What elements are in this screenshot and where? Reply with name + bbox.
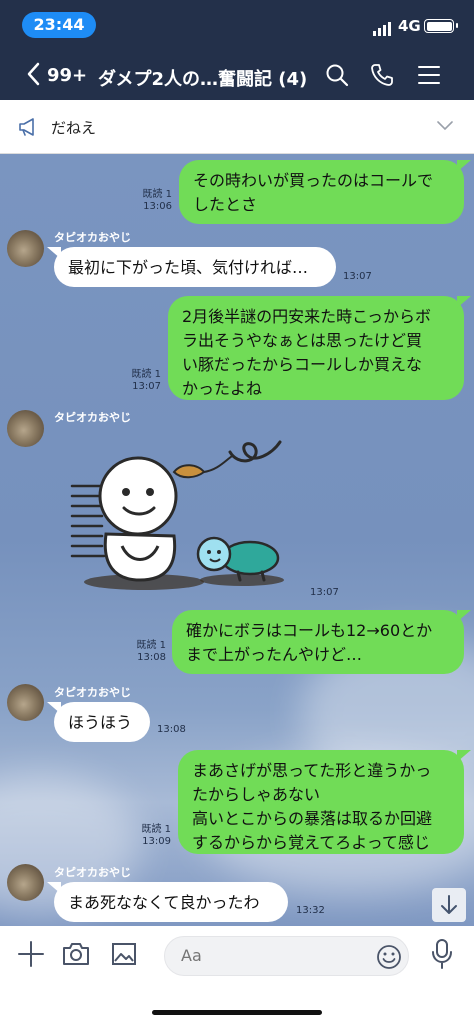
message-meta: 既読 1 13:07: [131, 369, 161, 392]
message-meta: 既読 1 13:08: [136, 640, 166, 663]
message-bubble[interactable]: 2月後半謎の円安来た時こっからボ ラ出そうやなぁとは思ったけど買 い豚だったから…: [168, 296, 471, 400]
avatar[interactable]: [7, 410, 44, 447]
mic-icon[interactable]: [430, 938, 454, 970]
status-time: 23:44: [22, 12, 96, 38]
announcement-bar[interactable]: だねえ: [0, 100, 474, 154]
message-bubble[interactable]: 確かにボラはコールも12→60とか まで上がったんやけど…: [172, 610, 471, 674]
message-bubble[interactable]: その時わいが買ったのはコールで したとさ: [179, 160, 471, 224]
plus-icon[interactable]: [18, 941, 44, 967]
announcement-text: だねえ: [51, 119, 97, 137]
arrow-down-icon: [441, 895, 457, 914]
search-icon[interactable]: [325, 63, 349, 87]
phone-icon[interactable]: [370, 63, 394, 87]
message-meta: 既読 1 13:09: [141, 824, 171, 847]
avatar[interactable]: [7, 684, 44, 721]
signal-icon: [373, 22, 391, 36]
message-time: 13:07: [310, 587, 339, 598]
image-icon[interactable]: [111, 941, 137, 967]
message-input[interactable]: [181, 946, 351, 965]
message-time: 13:08: [157, 724, 186, 735]
megaphone-icon: [19, 118, 34, 136]
sender-name: タピオカおやじ: [54, 686, 131, 699]
menu-icon[interactable]: [417, 63, 441, 87]
message-time: 13:32: [296, 905, 325, 916]
message-bubble[interactable]: まあさげが思ってた形と違うかっ たからしゃあない 高いとこからの暴落は取るか回避…: [178, 750, 471, 854]
chat-area[interactable]: その時わいが買ったのはコールで したとさ 既読 1 13:06 タピオカおやじ 最…: [0, 154, 474, 926]
sender-name: タピオカおやじ: [54, 231, 131, 244]
battery-icon: [424, 19, 458, 33]
sender-name: タピオカおやじ: [54, 866, 131, 879]
home-indicator: [152, 1010, 322, 1015]
message-bubble[interactable]: まあ死ななくて良かったわ: [47, 882, 288, 922]
smile-icon[interactable]: [376, 944, 402, 970]
header: 23:44 4G 99+ ダメプ2人の…奮闘記 (4): [0, 0, 474, 100]
avatar[interactable]: [7, 230, 44, 267]
avatar[interactable]: [7, 864, 44, 901]
back-unread-count[interactable]: 99+: [47, 65, 87, 86]
message-bubble[interactable]: ほうほう: [47, 702, 150, 742]
sticker-image[interactable]: [62, 434, 298, 594]
chat-title[interactable]: ダメプ2人の…奮闘記 (4): [98, 65, 307, 91]
camera-icon[interactable]: [62, 941, 90, 967]
chevron-down-icon[interactable]: [436, 120, 454, 132]
network-label: 4G: [398, 17, 421, 35]
message-bubble[interactable]: 最初に下がった頃、気付ければ…: [47, 247, 336, 287]
back-chevron-icon[interactable]: [26, 62, 40, 86]
message-meta: 既読 1 13:06: [142, 189, 172, 212]
message-time: 13:07: [343, 271, 372, 282]
scroll-down-button[interactable]: [432, 888, 466, 922]
message-input-box[interactable]: [164, 936, 409, 976]
sender-name: タピオカおやじ: [54, 411, 131, 424]
